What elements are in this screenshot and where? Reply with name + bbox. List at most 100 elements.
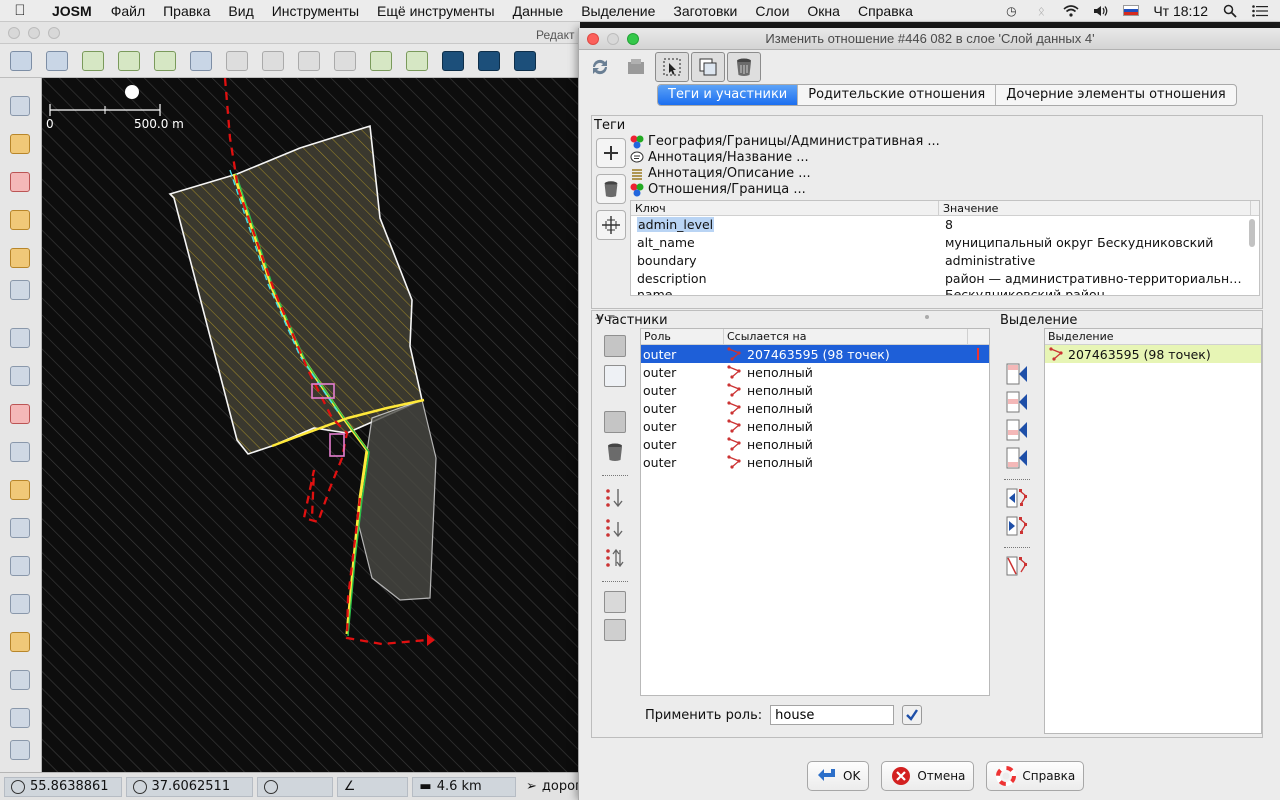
select-in-relation-list-button[interactable] xyxy=(1000,483,1034,513)
globe-icon[interactable] xyxy=(184,46,218,76)
main-zoom-icon[interactable] xyxy=(48,27,60,39)
duplicate-button[interactable] xyxy=(691,52,725,82)
upload-button[interactable] xyxy=(148,46,182,76)
member-ref[interactable]: неполный xyxy=(747,401,813,416)
app-menu[interactable]: JOSM xyxy=(40,3,102,19)
member-row[interactable]: outer 207463595 (98 точек) xyxy=(641,345,989,363)
undo-button[interactable] xyxy=(220,46,254,76)
menu-more-tools[interactable]: Ещё инструменты xyxy=(368,3,504,19)
tag-row[interactable]: name Бескудниковский район xyxy=(631,288,1259,295)
tag-key[interactable]: name xyxy=(631,288,939,295)
add-selection-at-end-button[interactable] xyxy=(1000,443,1034,473)
column-role[interactable]: Роль xyxy=(641,329,724,344)
selection-ref[interactable]: 207463595 (98 точек) xyxy=(1068,347,1211,362)
menu-edit[interactable]: Правка xyxy=(154,3,219,19)
dialog-minimize-icon[interactable] xyxy=(607,33,619,45)
tag-row[interactable]: description район — административно-терр… xyxy=(631,270,1259,288)
delete-member-button[interactable] xyxy=(598,437,632,467)
clock[interactable]: Чт 18:12 xyxy=(1153,3,1208,19)
add-selection-after-button[interactable] xyxy=(1000,415,1034,445)
member-ref[interactable]: неполный xyxy=(747,383,813,398)
role-input[interactable] xyxy=(770,705,895,725)
menu-selection[interactable]: Выделение xyxy=(572,3,664,19)
tab-child-relations[interactable]: Дочерние элементы отношения xyxy=(996,85,1235,105)
tag-key[interactable]: admin_level xyxy=(637,217,715,232)
more-tools-icon[interactable] xyxy=(6,276,34,304)
draw-node-tool-icon[interactable] xyxy=(6,168,34,196)
open-file-button[interactable] xyxy=(4,46,38,76)
member-ref[interactable]: 207463595 (98 точек) xyxy=(747,347,890,362)
tag-row[interactable]: boundary administrative xyxy=(631,252,1259,270)
member-role[interactable]: outer xyxy=(641,437,724,452)
menu-view[interactable]: Вид xyxy=(219,3,262,19)
preset-description[interactable]: Аннотация/Описание ... xyxy=(630,166,811,181)
paste-tags-button[interactable] xyxy=(596,210,626,240)
selection-row[interactable]: 207463595 (98 точек) xyxy=(1045,345,1261,363)
member-ref[interactable]: неполный xyxy=(747,437,813,452)
map-paint-icon[interactable] xyxy=(6,590,34,618)
member-row[interactable]: outer неполный xyxy=(641,435,989,453)
layers-icon[interactable] xyxy=(6,324,34,352)
column-value[interactable]: Значение xyxy=(939,201,1251,215)
member-role[interactable]: outer xyxy=(641,365,724,380)
member-row[interactable]: outer неполный xyxy=(641,363,989,381)
add-selected-at-end-button[interactable] xyxy=(598,615,632,645)
tag-key[interactable]: boundary xyxy=(631,252,939,270)
reverse-members-button[interactable] xyxy=(598,543,632,573)
select-in-map-button[interactable] xyxy=(1000,511,1034,541)
download-button[interactable] xyxy=(76,46,110,76)
menu-tools[interactable]: Инструменты xyxy=(263,3,368,19)
tag-value[interactable]: муниципальный округ Бескудниковский xyxy=(939,234,1243,252)
column-selection[interactable]: Выделение xyxy=(1045,329,1261,344)
tag-icon[interactable] xyxy=(6,362,34,390)
remove-selected-button[interactable] xyxy=(1000,551,1034,581)
select-tool-icon[interactable] xyxy=(6,92,34,120)
help-button[interactable]: Справка xyxy=(986,761,1085,791)
move-up-button[interactable] xyxy=(598,331,632,361)
draw-tool-icon[interactable] xyxy=(6,130,34,158)
main-close-icon[interactable] xyxy=(8,27,20,39)
save-button[interactable] xyxy=(40,46,74,76)
member-row[interactable]: outer неполный xyxy=(641,417,989,435)
tag-value[interactable]: 8 xyxy=(939,216,1243,234)
relation-icon[interactable] xyxy=(6,400,34,428)
main-minimize-icon[interactable] xyxy=(28,27,40,39)
cancel-button[interactable]: Отмена xyxy=(881,761,975,791)
menu-windows[interactable]: Окна xyxy=(798,3,849,19)
member-row[interactable]: outer неполный xyxy=(641,399,989,417)
spotlight-search-icon[interactable] xyxy=(1222,4,1238,18)
sort-below-button[interactable] xyxy=(598,513,632,543)
member-role[interactable]: outer xyxy=(641,383,724,398)
wms-button[interactable] xyxy=(364,46,398,76)
imagery-layer-1-button[interactable] xyxy=(436,46,470,76)
tag-value[interactable]: administrative xyxy=(939,252,1243,270)
ok-button[interactable]: OK xyxy=(807,761,870,791)
menu-data[interactable]: Данные xyxy=(504,3,573,19)
tag-value[interactable]: Бескудниковский район xyxy=(939,288,1243,295)
map-view[interactable]: 0 500.0 m xyxy=(42,78,580,772)
wifi-icon[interactable] xyxy=(1063,4,1079,18)
tag-row[interactable]: alt_name муниципальный округ Бескудников… xyxy=(631,234,1259,252)
tab-tags-members[interactable]: Теги и участники xyxy=(658,85,799,105)
volume-icon[interactable] xyxy=(1093,4,1109,18)
conflict-icon[interactable] xyxy=(6,438,34,466)
bing-icon[interactable] xyxy=(508,46,542,76)
edit-member-button[interactable] xyxy=(598,361,632,391)
member-row[interactable]: outer неполный xyxy=(641,453,989,471)
filter-icon[interactable] xyxy=(6,552,34,580)
dialog-close-icon[interactable] xyxy=(587,33,599,45)
tab-parent-relations[interactable]: Родительские отношения xyxy=(798,85,997,105)
preset-name[interactable]: Аннотация/Название ... xyxy=(630,150,809,165)
member-role[interactable]: outer xyxy=(641,347,724,362)
notification-center-icon[interactable] xyxy=(1252,4,1268,18)
tag-row[interactable]: admin_level 8 xyxy=(631,216,1259,234)
dialog-zoom-icon[interactable] xyxy=(627,33,639,45)
sort-members-button[interactable] xyxy=(598,483,632,513)
column-refers-to[interactable]: Ссылается на xyxy=(724,329,968,344)
add-selection-at-start-button[interactable] xyxy=(1000,359,1034,389)
improve-way-tool-icon[interactable] xyxy=(6,206,34,234)
add-tag-button[interactable] xyxy=(596,138,626,168)
member-row[interactable]: outer неполный xyxy=(641,381,989,399)
apple-icon[interactable]:  xyxy=(0,2,40,19)
changeset-icon[interactable] xyxy=(6,666,34,694)
